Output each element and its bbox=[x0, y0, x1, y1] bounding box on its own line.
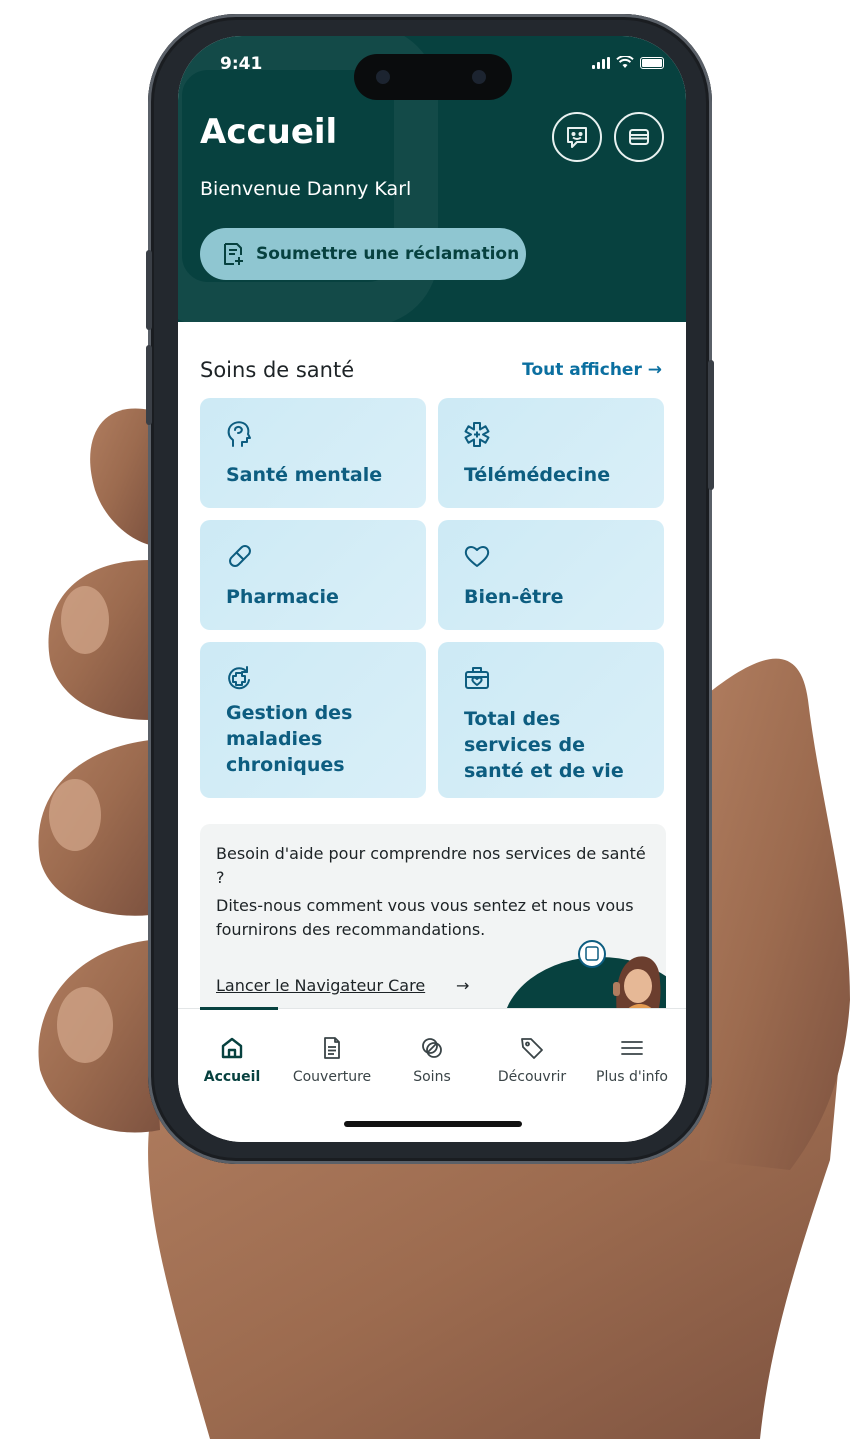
status-time: 9:41 bbox=[220, 54, 263, 74]
see-all-link[interactable]: Tout afficher → bbox=[522, 360, 662, 380]
tab-label: Découvrir bbox=[497, 1069, 567, 1085]
tile-total-health-services[interactable]: Total des services de santé et de vie bbox=[438, 642, 664, 798]
status-icons bbox=[592, 56, 664, 69]
page-title: Accueil bbox=[200, 112, 338, 152]
tab-care[interactable]: Soins bbox=[384, 1035, 480, 1085]
tab-more[interactable]: Plus d'info bbox=[584, 1035, 680, 1085]
tile-label: Télémédecine bbox=[464, 464, 611, 486]
tab-discover[interactable]: Découvrir bbox=[484, 1035, 580, 1085]
tile-label: Total des services de santé et de vie bbox=[464, 708, 624, 782]
tab-label: Couverture bbox=[292, 1069, 372, 1085]
medical-star-icon bbox=[464, 422, 490, 447]
home-indicator bbox=[344, 1121, 522, 1127]
health-section-title: Soins de santé bbox=[200, 358, 355, 382]
pill-icon bbox=[229, 545, 251, 567]
chat-bubble-icon bbox=[567, 127, 587, 148]
mental-health-head-icon bbox=[227, 421, 251, 447]
tile-chronic-disease[interactable]: Gestion des maladies chroniques bbox=[200, 642, 426, 798]
submit-claim-label: Soumettre une réclamation bbox=[256, 244, 520, 264]
first-aid-kit-icon bbox=[465, 667, 489, 689]
signal-icon bbox=[592, 56, 610, 69]
tile-label: Gestion des maladies chroniques bbox=[226, 702, 353, 776]
help-description: Dites-nous comment vous vous sentez et n… bbox=[216, 896, 634, 939]
dynamic-island bbox=[354, 54, 512, 100]
chat-button[interactable] bbox=[552, 112, 602, 162]
tile-mental-health[interactable]: Santé mentale bbox=[200, 398, 426, 508]
tab-label: Soins bbox=[413, 1069, 451, 1085]
chronic-care-cycle-icon bbox=[228, 666, 250, 690]
launch-care-navigator-link[interactable]: Lancer le Navigateur Care bbox=[216, 976, 425, 995]
wifi-icon bbox=[616, 56, 634, 68]
tag-icon bbox=[521, 1038, 543, 1059]
care-navigator-card: Besoin d'aide pour comprendre nos servic… bbox=[200, 824, 666, 1024]
arrow-right-icon: → bbox=[456, 976, 470, 995]
wallet-button[interactable] bbox=[614, 112, 664, 162]
power-button bbox=[708, 360, 714, 490]
tile-telemedicine[interactable]: Télémédecine bbox=[438, 398, 664, 508]
volume-down-button bbox=[146, 345, 152, 425]
home-header: 9:41 Accueil Bienvenue Danny Karl Soumet… bbox=[178, 36, 686, 322]
tile-label: Bien-être bbox=[464, 586, 564, 608]
battery-icon bbox=[640, 56, 664, 69]
claim-document-icon bbox=[224, 243, 243, 265]
tab-coverage[interactable]: Couverture bbox=[284, 1035, 380, 1085]
tab-home[interactable]: Accueil bbox=[184, 1035, 280, 1085]
active-tab-indicator bbox=[200, 1007, 278, 1010]
welcome-message: Bienvenue Danny Karl bbox=[200, 178, 412, 200]
help-question: Besoin d'aide pour comprendre nos servic… bbox=[216, 844, 646, 887]
tile-pharmacy[interactable]: Pharmacie bbox=[200, 520, 426, 630]
home-content: Soins de santé Tout afficher → Santé men… bbox=[178, 322, 686, 1024]
menu-icon bbox=[621, 1041, 643, 1055]
home-icon bbox=[221, 1037, 243, 1059]
care-icon bbox=[422, 1038, 442, 1058]
tab-label: Plus d'info bbox=[596, 1069, 668, 1085]
tile-label: Pharmacie bbox=[226, 586, 339, 608]
heart-icon bbox=[464, 546, 490, 567]
volume-up-button bbox=[146, 250, 152, 330]
document-icon bbox=[324, 1037, 340, 1059]
tile-label: Santé mentale bbox=[226, 464, 383, 486]
submit-claim-button[interactable]: Soumettre une réclamation bbox=[200, 228, 526, 280]
bottom-tab-bar: Accueil Couverture Soins Découvrir Plus … bbox=[178, 1007, 686, 1142]
phone-screen: 9:41 Accueil Bienvenue Danny Karl Soumet… bbox=[178, 36, 686, 1142]
tab-label: Accueil bbox=[203, 1069, 261, 1085]
tile-wellness[interactable]: Bien-être bbox=[438, 520, 664, 630]
wallet-card-icon bbox=[629, 129, 649, 145]
